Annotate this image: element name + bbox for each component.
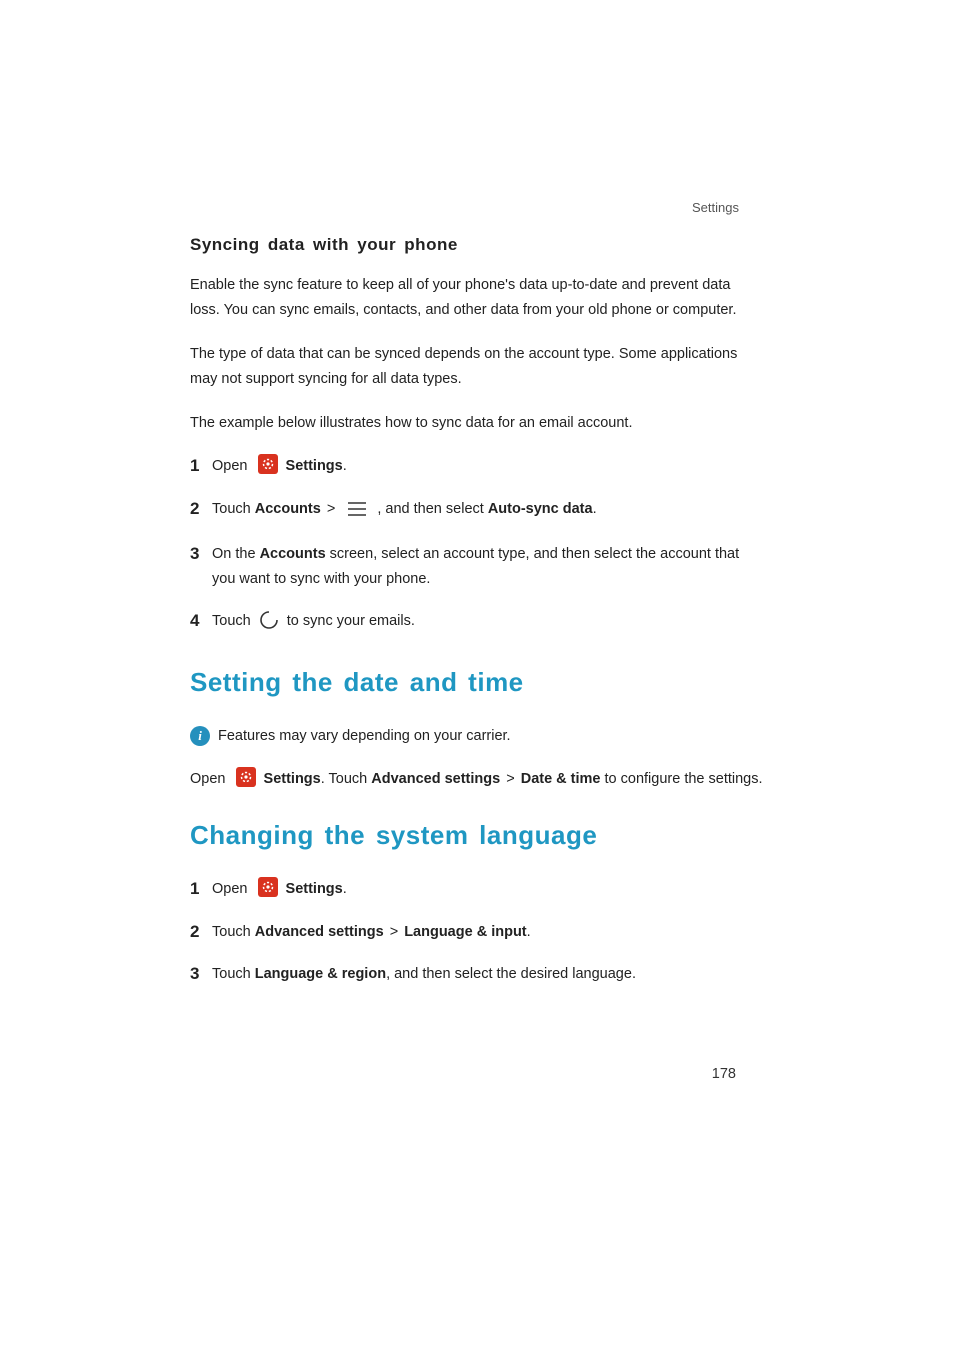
step-number: 2 bbox=[190, 497, 212, 521]
text-b: to sync your emails. bbox=[287, 613, 415, 629]
settings-app-icon bbox=[258, 454, 278, 474]
document-page: Settings Syncing data with your phone En… bbox=[0, 0, 954, 1350]
syncing-step-4: 4 Touch to sync your emails. bbox=[190, 609, 764, 639]
syncing-step-3: 3 On the Accounts screen, select an acco… bbox=[190, 542, 764, 591]
step-number: 1 bbox=[190, 877, 212, 901]
page-number: 178 bbox=[712, 1066, 736, 1082]
step-number: 2 bbox=[190, 920, 212, 944]
sync-icon bbox=[259, 610, 279, 639]
step-text: Open Settings. bbox=[212, 877, 764, 902]
text-touch: Touch bbox=[212, 501, 255, 517]
step-text: Open Settings. bbox=[212, 454, 764, 479]
accounts-label: Accounts bbox=[260, 546, 326, 562]
syncing-step-1: 1 Open Settings. bbox=[190, 454, 764, 479]
text-a: On the bbox=[212, 546, 260, 562]
info-note: i Features may vary depending on your ca… bbox=[190, 724, 764, 749]
syncing-heading: Syncing data with your phone bbox=[190, 235, 764, 255]
text-open: Open bbox=[212, 458, 252, 474]
step-number: 3 bbox=[190, 962, 212, 986]
text-open: Open bbox=[190, 771, 230, 787]
step-number: 4 bbox=[190, 609, 212, 633]
text-touch: Touch bbox=[212, 924, 255, 940]
text-end: . bbox=[343, 458, 347, 474]
language-heading: Changing the system language bbox=[190, 820, 764, 851]
text-end: . bbox=[343, 881, 347, 897]
step-number: 3 bbox=[190, 542, 212, 566]
text-touch: Touch bbox=[212, 966, 255, 982]
advanced-settings-label: Advanced settings bbox=[255, 924, 384, 940]
settings-app-icon bbox=[258, 877, 278, 897]
accounts-label: Accounts bbox=[255, 501, 321, 517]
syncing-steps: 1 Open Settings. 2 Touch Accounts > bbox=[190, 454, 764, 639]
breadcrumb-separator: > bbox=[390, 924, 398, 940]
syncing-paragraph-3: The example below illustrates how to syn… bbox=[190, 411, 764, 436]
info-note-text: Features may vary depending on your carr… bbox=[218, 724, 511, 749]
autosync-label: Auto-sync data bbox=[488, 501, 593, 517]
syncing-paragraph-2: The type of data that can be synced depe… bbox=[190, 342, 764, 393]
step-text: Touch Advanced settings > Language & inp… bbox=[212, 920, 764, 945]
settings-label: Settings bbox=[264, 771, 321, 787]
breadcrumb-separator: > bbox=[506, 771, 514, 787]
language-step-2: 2 Touch Advanced settings > Language & i… bbox=[190, 920, 764, 945]
step-text: Touch Accounts > , and then select Auto-… bbox=[212, 497, 764, 525]
language-region-label: Language & region bbox=[255, 966, 386, 982]
text-end: , and then select the desired language. bbox=[386, 966, 636, 982]
step-text: Touch Language & region, and then select… bbox=[212, 962, 764, 987]
date-time-label: Date & time bbox=[521, 771, 601, 787]
text-end: . bbox=[593, 501, 597, 517]
language-input-label: Language & input bbox=[404, 924, 526, 940]
datetime-line: Open Settings. Touch Advanced settings >… bbox=[190, 767, 764, 792]
settings-app-icon bbox=[236, 767, 256, 787]
section-header-label: Settings bbox=[692, 200, 739, 215]
breadcrumb-separator: > bbox=[327, 501, 335, 517]
syncing-paragraph-1: Enable the sync feature to keep all of y… bbox=[190, 273, 764, 324]
text-a: Touch bbox=[212, 613, 255, 629]
datetime-heading: Setting the date and time bbox=[190, 667, 764, 698]
step-text: On the Accounts screen, select an accoun… bbox=[212, 542, 764, 591]
text-mid: , and then select bbox=[377, 501, 487, 517]
syncing-step-2: 2 Touch Accounts > , and then select Aut… bbox=[190, 497, 764, 525]
info-icon: i bbox=[190, 726, 210, 746]
step-text: Touch to sync your emails. bbox=[212, 609, 764, 639]
text-after: . Touch bbox=[321, 771, 372, 787]
text-open: Open bbox=[212, 881, 252, 897]
text-end: to configure the settings. bbox=[601, 771, 763, 787]
settings-label: Settings bbox=[286, 458, 343, 474]
settings-label: Settings bbox=[286, 881, 343, 897]
language-steps: 1 Open Settings. 2 Touch Advanced settin… bbox=[190, 877, 764, 987]
content-body: Syncing data with your phone Enable the … bbox=[190, 235, 764, 987]
language-step-1: 1 Open Settings. bbox=[190, 877, 764, 902]
text-end: . bbox=[527, 924, 531, 940]
menu-icon bbox=[347, 500, 367, 525]
step-number: 1 bbox=[190, 454, 212, 478]
advanced-settings-label: Advanced settings bbox=[371, 771, 500, 787]
language-step-3: 3 Touch Language & region, and then sele… bbox=[190, 962, 764, 987]
